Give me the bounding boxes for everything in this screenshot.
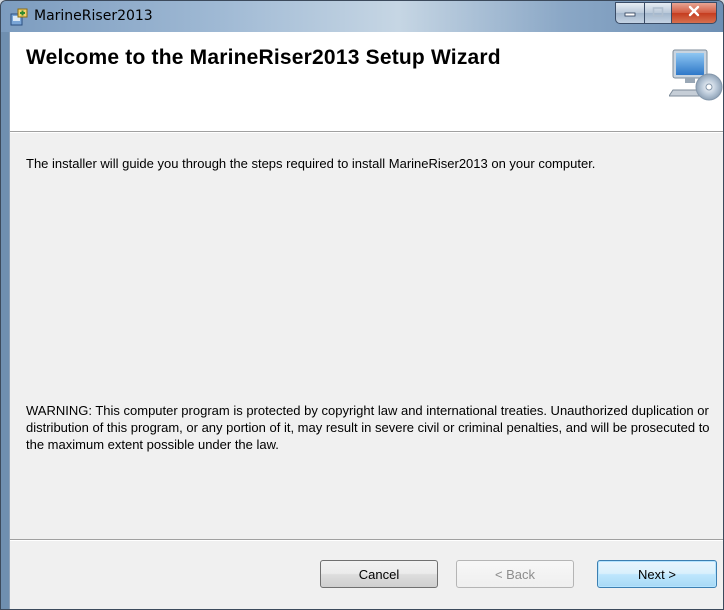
back-button[interactable]: < Back xyxy=(456,560,574,588)
window-title: MarineRiser2013 xyxy=(34,8,153,24)
maximize-icon xyxy=(652,4,664,22)
minimize-icon xyxy=(624,4,636,22)
copyright-warning: WARNING: This computer program is protec… xyxy=(26,403,710,452)
wizard-client-area: Welcome to the MarineRiser2013 Setup Wiz… xyxy=(9,32,723,609)
minimize-button[interactable] xyxy=(615,2,644,24)
maximize-button[interactable] xyxy=(644,2,671,24)
title-bar[interactable]: MarineRiser2013 xyxy=(1,1,723,32)
next-button[interactable]: Next > xyxy=(597,560,717,588)
caption-buttons xyxy=(615,2,717,24)
setup-wizard-window: MarineRiser2013 Welcome to the MarineRis… xyxy=(0,0,724,610)
footer-divider-highlight xyxy=(10,540,723,541)
close-icon xyxy=(687,4,701,22)
header-separator xyxy=(10,132,723,133)
intro-text: The installer will guide you through the… xyxy=(26,156,596,171)
computer-cd-icon xyxy=(668,46,723,102)
cancel-button[interactable]: Cancel xyxy=(320,560,438,588)
wizard-header: Welcome to the MarineRiser2013 Setup Wiz… xyxy=(10,32,723,132)
close-button[interactable] xyxy=(671,2,717,24)
installer-icon xyxy=(10,8,28,26)
wizard-title: Welcome to the MarineRiser2013 Setup Wiz… xyxy=(26,46,501,69)
